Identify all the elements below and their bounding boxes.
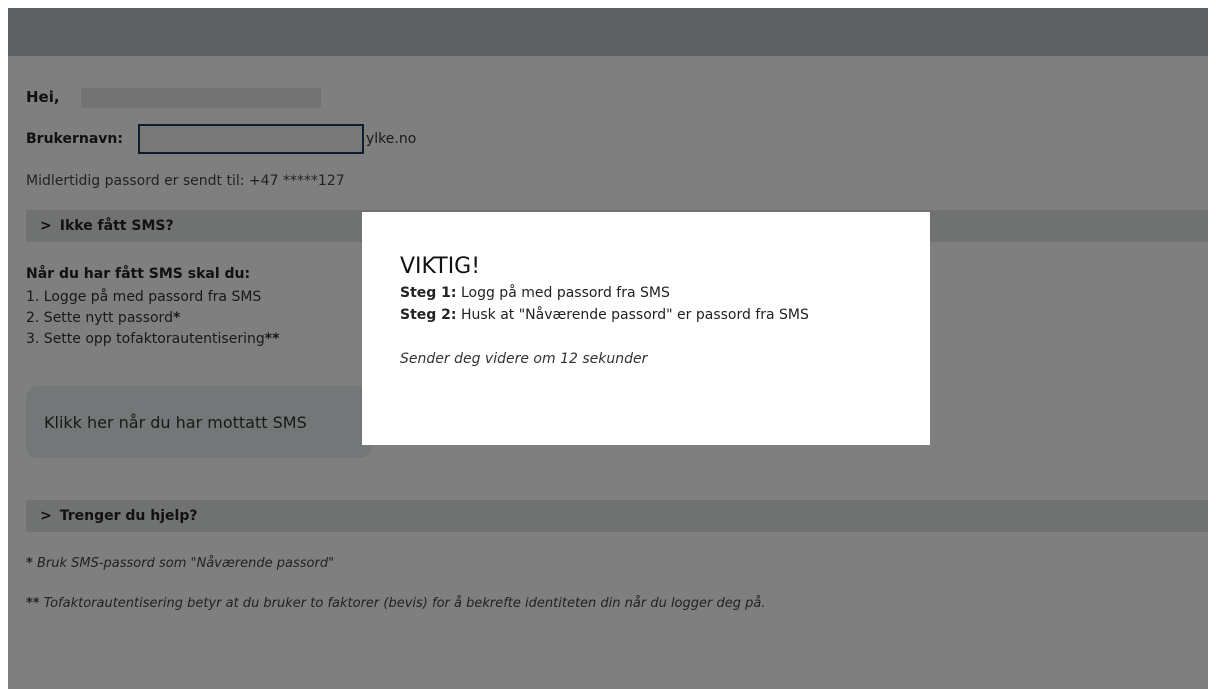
modal-redirect-countdown: Sender deg videre om 12 sekunder (400, 351, 648, 367)
modal-title: VIKTIG! (400, 254, 481, 279)
page-frame: Hei, Brukernavn: ylke.no Midlertidig pas… (8, 8, 1208, 689)
modal-step-1: Steg 1: Logg på med passord fra SMS (400, 285, 670, 301)
important-modal: VIKTIG! Steg 1: Logg på med passord fra … (362, 212, 930, 445)
modal-step-2: Steg 2: Husk at "Nåværende passord" er p… (400, 307, 809, 323)
